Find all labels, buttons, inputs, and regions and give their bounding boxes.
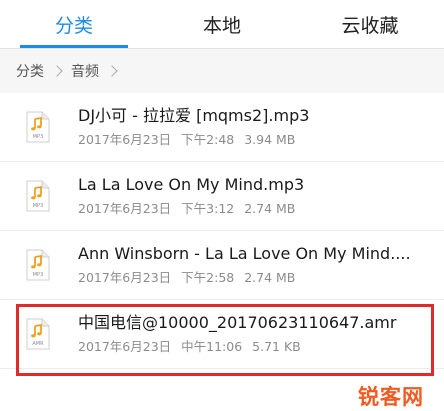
file-meta: 2017年6月23日 中午11:06 5.71 KB bbox=[78, 338, 396, 356]
file-name: DJ小可 - 拉拉爱 [mqms2].mp3 bbox=[78, 106, 310, 125]
file-size: 3.94 MB bbox=[244, 132, 296, 147]
file-type-label: MP3 bbox=[33, 272, 44, 278]
file-item[interactable]: MP3 Ann Winsborn - La La Love On My Mind… bbox=[0, 231, 444, 300]
music-file-icon: MP3 bbox=[26, 111, 50, 143]
watermark-logo: 锐客网 bbox=[358, 385, 424, 409]
file-date: 2017年6月23日 bbox=[78, 201, 172, 216]
breadcrumb: 分类 音频 bbox=[0, 49, 444, 93]
file-type-label: AMR bbox=[32, 341, 44, 347]
file-item[interactable]: MP3 La La Love On My Mind.mp3 2017年6月23日… bbox=[0, 162, 444, 231]
tab-local[interactable]: 本地 bbox=[148, 0, 296, 48]
file-item[interactable]: AMR 中国电信@10000_20170623110647.amr 2017年6… bbox=[0, 300, 444, 369]
file-time: 下午2:58 bbox=[181, 270, 235, 285]
file-size: 2.74 MB bbox=[244, 270, 296, 285]
file-meta: 2017年6月23日 下午2:58 2.74 MB bbox=[78, 269, 411, 287]
music-file-icon: MP3 bbox=[26, 180, 50, 212]
chevron-right-icon bbox=[106, 65, 118, 77]
tab-cloud-favorites[interactable]: 云收藏 bbox=[296, 0, 444, 48]
file-date: 2017年6月23日 bbox=[78, 132, 172, 147]
file-meta: 2017年6月23日 下午3:12 2.74 MB bbox=[78, 200, 304, 218]
tab-category[interactable]: 分类 bbox=[0, 0, 148, 48]
file-item[interactable]: MP3 DJ小可 - 拉拉爱 [mqms2].mp3 2017年6月23日 下午… bbox=[0, 93, 444, 162]
file-list: MP3 DJ小可 - 拉拉爱 [mqms2].mp3 2017年6月23日 下午… bbox=[0, 93, 444, 369]
music-file-icon: AMR bbox=[26, 318, 50, 350]
file-date: 2017年6月23日 bbox=[78, 270, 172, 285]
file-time: 下午3:12 bbox=[181, 201, 235, 216]
file-name: La La Love On My Mind.mp3 bbox=[78, 175, 305, 194]
file-name: Ann Winsborn - La La Love On My Mind.... bbox=[78, 244, 411, 263]
file-size: 5.71 KB bbox=[252, 339, 301, 354]
file-name: 中国电信@10000_20170623110647.amr bbox=[78, 313, 397, 332]
category-tabs: 分类 本地 云收藏 bbox=[0, 0, 444, 49]
file-meta: 2017年6月23日 下午2:48 3.94 MB bbox=[78, 131, 309, 149]
file-time: 中午11:06 bbox=[181, 339, 243, 354]
file-type-label: MP3 bbox=[33, 203, 44, 209]
breadcrumb-category[interactable]: 分类 bbox=[16, 61, 44, 81]
file-size: 2.74 MB bbox=[244, 201, 296, 216]
chevron-right-icon bbox=[51, 65, 63, 77]
music-file-icon: MP3 bbox=[26, 249, 50, 281]
file-date: 2017年6月23日 bbox=[78, 339, 172, 354]
file-time: 下午2:48 bbox=[181, 132, 235, 147]
file-type-label: MP3 bbox=[33, 134, 44, 140]
breadcrumb-audio[interactable]: 音频 bbox=[71, 61, 99, 81]
